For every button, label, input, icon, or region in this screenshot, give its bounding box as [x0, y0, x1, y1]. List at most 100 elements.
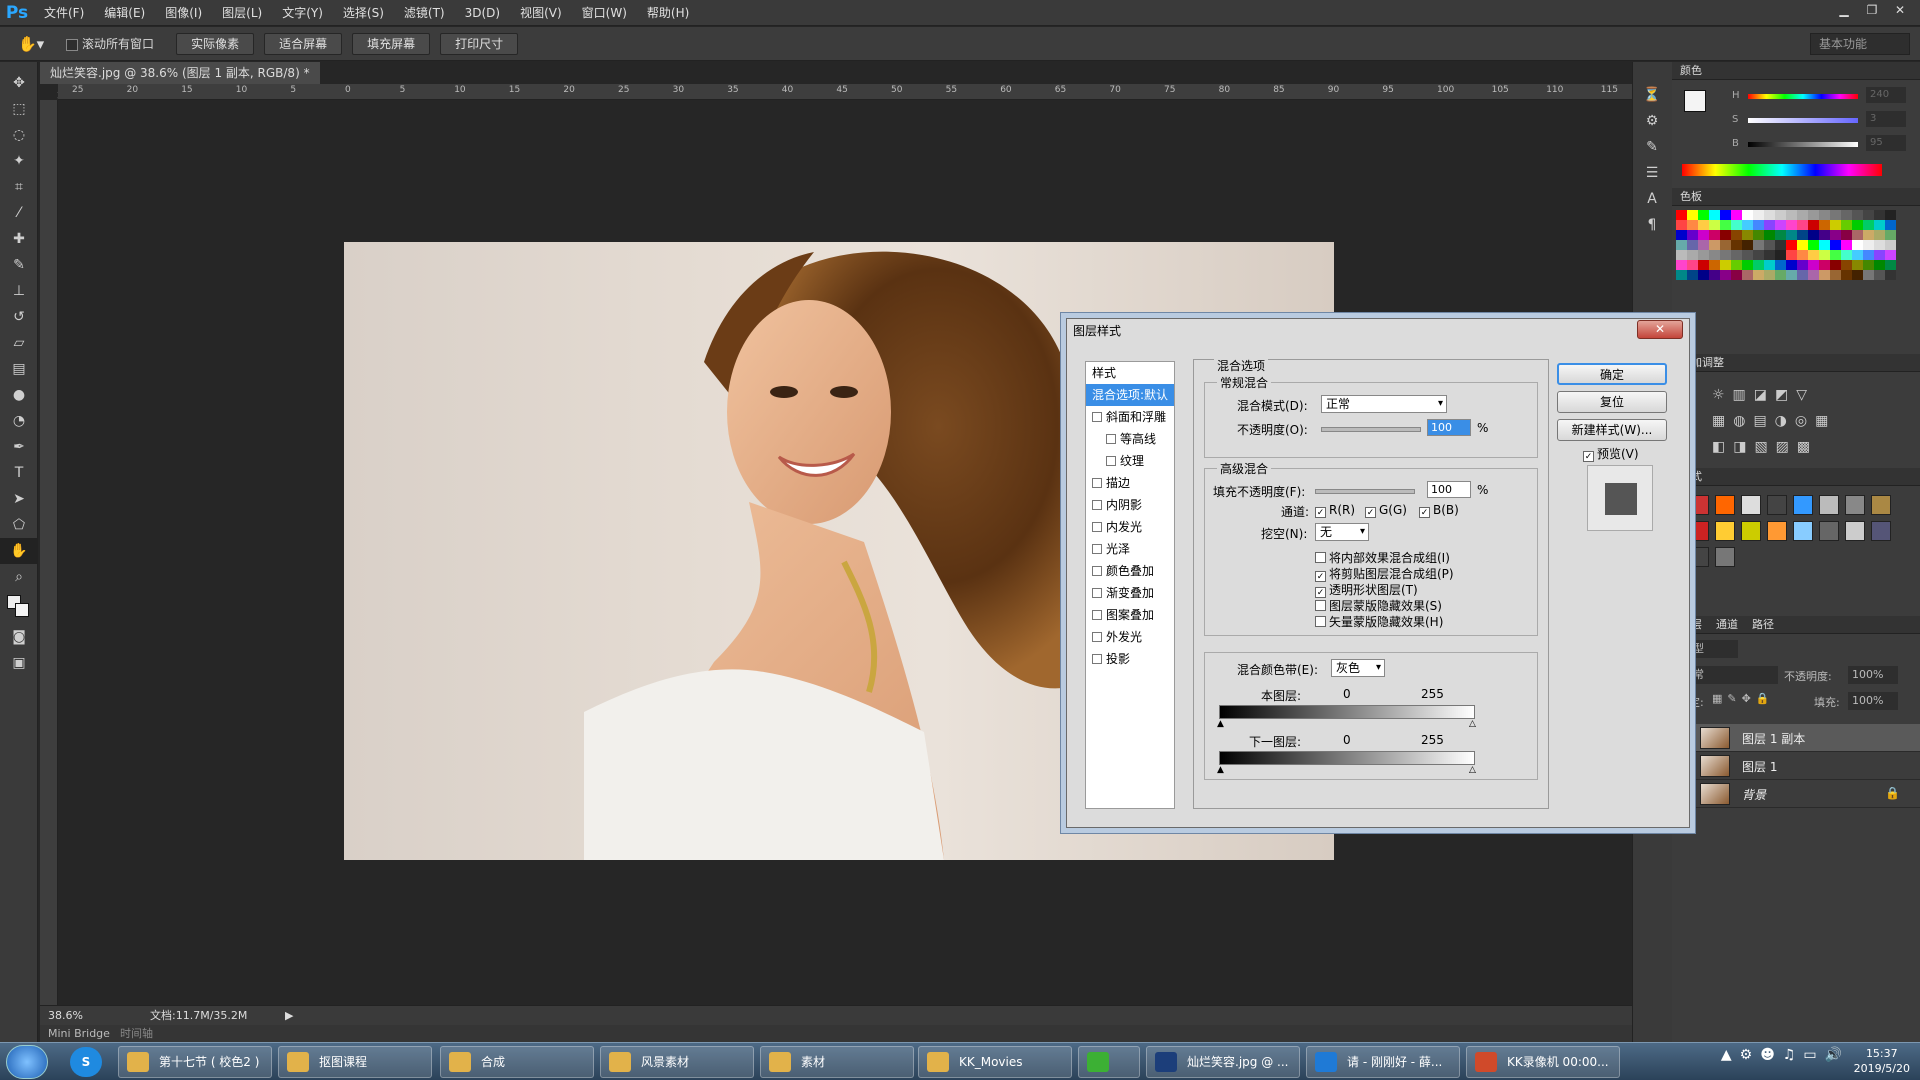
- this-layer-white-handle[interactable]: △: [1469, 719, 1476, 729]
- color-swatch[interactable]: [1786, 220, 1797, 230]
- color-swatch[interactable]: [1808, 210, 1819, 220]
- color-swatch[interactable]: [1819, 260, 1830, 270]
- taskbar-item[interactable]: 灿烂笑容.jpg @ ...: [1146, 1046, 1300, 1078]
- color-swatch[interactable]: [1797, 260, 1808, 270]
- color-swatch[interactable]: [1830, 270, 1841, 280]
- history-brush-icon[interactable]: ↺: [0, 304, 38, 330]
- quick-mask-icon[interactable]: ◙: [0, 624, 38, 650]
- blend-if-select[interactable]: 灰色: [1331, 659, 1385, 677]
- preview-checkbox[interactable]: ✓ 预览(V): [1583, 445, 1639, 462]
- style-swatch[interactable]: [1871, 521, 1891, 541]
- color-swatch[interactable]: [1742, 260, 1753, 270]
- style-swatch[interactable]: [1819, 495, 1839, 515]
- color-swatch[interactable]: [1786, 250, 1797, 260]
- color-swatch[interactable]: [1742, 230, 1753, 240]
- color-swatch[interactable]: [1709, 230, 1720, 240]
- tool-presets-icon[interactable]: ☰: [1633, 160, 1671, 186]
- style-list-item[interactable]: 等高线: [1086, 428, 1174, 450]
- style-swatch[interactable]: [1871, 495, 1891, 515]
- color-swatch[interactable]: [1687, 250, 1698, 260]
- color-swatch[interactable]: [1720, 230, 1731, 240]
- style-swatch[interactable]: [1845, 495, 1865, 515]
- color-swatch[interactable]: [1720, 270, 1731, 280]
- color-swatch[interactable]: [1786, 270, 1797, 280]
- path-select-icon[interactable]: ➤: [0, 486, 38, 512]
- close-icon[interactable]: ✕: [1888, 0, 1912, 20]
- underlying-white-handle[interactable]: △: [1469, 765, 1476, 775]
- option-button[interactable]: 打印尺寸: [440, 32, 519, 55]
- menu-item[interactable]: 图像(I): [155, 0, 212, 26]
- style-checkbox[interactable]: [1092, 500, 1102, 510]
- color-swatch[interactable]: [1687, 270, 1698, 280]
- color-swatch[interactable]: [1830, 260, 1841, 270]
- color-swatch[interactable]: [1764, 230, 1775, 240]
- color-swatch[interactable]: [1753, 250, 1764, 260]
- color-swatch[interactable]: [1698, 230, 1709, 240]
- layer-row[interactable]: ◉图层 1 副本: [1672, 724, 1920, 752]
- advanced-blend-checkbox[interactable]: 将内部效果混合成组(I): [1315, 549, 1454, 565]
- style-list-item[interactable]: 渐变叠加: [1086, 582, 1174, 604]
- style-swatch[interactable]: [1689, 495, 1709, 515]
- style-swatch[interactable]: [1715, 547, 1735, 567]
- taskbar-item[interactable]: KK_Movies: [918, 1046, 1072, 1078]
- channel-b-checkbox[interactable]: ✓ B(B): [1419, 503, 1459, 518]
- ok-button[interactable]: 确定: [1557, 363, 1667, 385]
- healing-brush-icon[interactable]: ✚: [0, 226, 38, 252]
- color-swatch[interactable]: [1786, 240, 1797, 250]
- option-button[interactable]: 填充屏幕: [352, 32, 431, 55]
- menu-item[interactable]: 文件(F): [34, 0, 94, 26]
- color-swatch[interactable]: [1852, 210, 1863, 220]
- advanced-blend-checkbox[interactable]: ✓ 将剪贴图层混合成组(P): [1315, 565, 1454, 582]
- color-swatch[interactable]: [1841, 240, 1852, 250]
- tab-channels[interactable]: 通道: [1716, 616, 1738, 633]
- color-swatch[interactable]: [1863, 260, 1874, 270]
- style-list-item[interactable]: 混合选项:默认: [1086, 384, 1174, 406]
- taskbar-item[interactable]: 风景素材: [600, 1046, 754, 1078]
- taskbar-item[interactable]: 素材: [760, 1046, 914, 1078]
- swatches-panel-title[interactable]: 色板: [1672, 188, 1920, 206]
- crop-tool-icon[interactable]: ⌗: [0, 174, 38, 200]
- color-swatch[interactable]: [1698, 250, 1709, 260]
- color-swatch[interactable]: [1841, 220, 1852, 230]
- color-swatch[interactable]: [1797, 240, 1808, 250]
- color-panel-title[interactable]: 颜色: [1672, 62, 1920, 80]
- layer-blend-mode[interactable]: 正常: [1678, 666, 1778, 684]
- adjustments-title[interactable]: 添加调整: [1672, 354, 1920, 372]
- style-list-item[interactable]: 描边: [1086, 472, 1174, 494]
- menu-item[interactable]: 文字(Y): [272, 0, 333, 26]
- style-list-item[interactable]: 光泽: [1086, 538, 1174, 560]
- minimize-icon[interactable]: ▁: [1832, 0, 1856, 20]
- color-slider[interactable]: [1748, 94, 1858, 99]
- eraser-icon[interactable]: ▱: [0, 330, 38, 356]
- properties-panel-icon[interactable]: ⚙: [1633, 108, 1671, 134]
- clock[interactable]: 15:37 2019/5/20: [1854, 1046, 1910, 1076]
- zoom-level[interactable]: 38.6%: [48, 1006, 83, 1026]
- color-swatch[interactable]: [1775, 220, 1786, 230]
- pen-tool-icon[interactable]: ✒: [0, 434, 38, 460]
- color-swatch[interactable]: [1742, 240, 1753, 250]
- style-list-item[interactable]: 内发光: [1086, 516, 1174, 538]
- color-swatch[interactable]: [1709, 250, 1720, 260]
- history-panel-icon[interactable]: ⏳: [1633, 82, 1671, 108]
- style-checkbox[interactable]: [1092, 610, 1102, 620]
- advanced-blend-checkbox[interactable]: 图层蒙版隐藏效果(S): [1315, 597, 1454, 613]
- color-swatch[interactable]: [1709, 220, 1720, 230]
- color-swatch[interactable]: [1874, 240, 1885, 250]
- type-tool-icon[interactable]: T: [0, 460, 38, 486]
- color-swatch[interactable]: [1786, 260, 1797, 270]
- menu-item[interactable]: 滤镜(T): [394, 0, 455, 26]
- color-swatch[interactable]: [1852, 230, 1863, 240]
- color-swatch[interactable]: [1863, 250, 1874, 260]
- opacity-field[interactable]: 100: [1427, 419, 1471, 436]
- marquee-tool-icon[interactable]: ⬚: [0, 96, 38, 122]
- clone-stamp-icon[interactable]: ⊥: [0, 278, 38, 304]
- brush-tool-icon[interactable]: ✎: [0, 252, 38, 278]
- color-swatch[interactable]: [1885, 240, 1896, 250]
- style-swatch[interactable]: [1819, 521, 1839, 541]
- color-swatch[interactable]: [1841, 250, 1852, 260]
- style-checkbox[interactable]: [1106, 434, 1116, 444]
- screen-mode-icon[interactable]: ▣: [0, 650, 38, 676]
- style-checkbox[interactable]: [1092, 632, 1102, 642]
- menu-item[interactable]: 窗口(W): [572, 0, 637, 26]
- color-swatch[interactable]: [1676, 240, 1687, 250]
